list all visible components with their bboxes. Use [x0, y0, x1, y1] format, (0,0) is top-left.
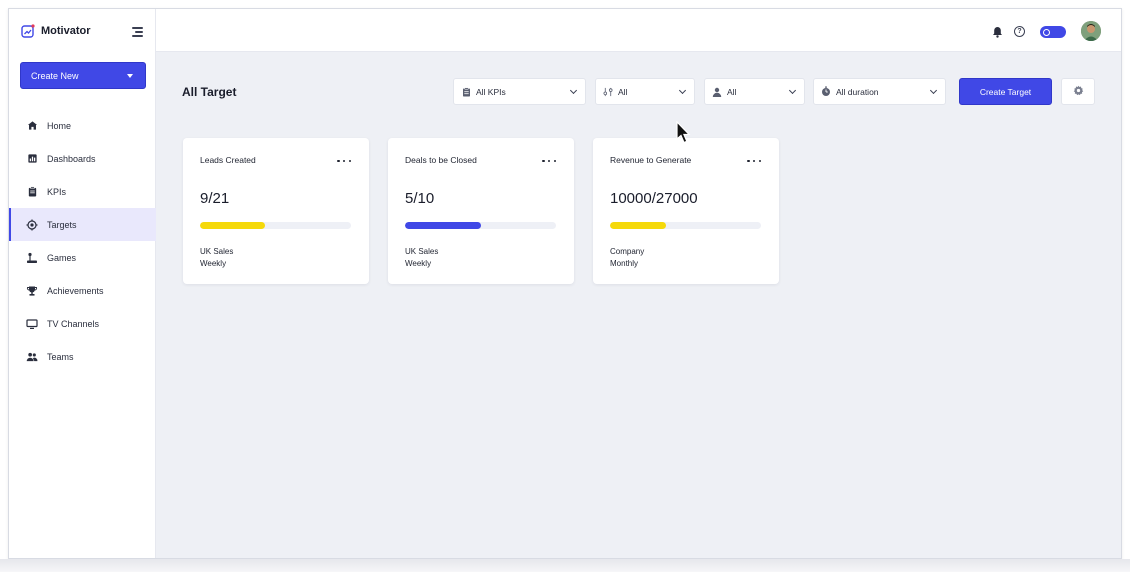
card-title: Leads Created	[200, 155, 256, 165]
sidebar-item-teams[interactable]: Teams	[9, 340, 156, 373]
sidebar-item-home[interactable]: Home	[9, 109, 156, 142]
metric-filter-dropdown[interactable]: All	[595, 78, 695, 105]
sidebar: Motivator Create New Home Dashboards KPI…	[9, 9, 156, 558]
clipboard-icon	[461, 87, 471, 97]
progress-fill	[200, 222, 265, 229]
card-value: 9/21	[200, 190, 230, 207]
progress-fill	[405, 222, 481, 229]
sidebar-item-label: Targets	[47, 219, 77, 230]
gear-icon	[1073, 83, 1084, 101]
chevron-down-icon	[678, 86, 687, 95]
kpi-filter-dropdown[interactable]: All KPIs	[453, 78, 586, 105]
card-value: 10000/27000	[610, 190, 698, 207]
chevron-down-icon	[569, 86, 578, 95]
card-period: Weekly	[405, 259, 432, 268]
card-period: Monthly	[610, 259, 639, 268]
team-icon	[26, 351, 38, 363]
progress-bar	[200, 222, 351, 229]
create-new-button[interactable]: Create New	[20, 62, 146, 89]
sidebar-item-kpis[interactable]: KPIs	[9, 175, 156, 208]
filter-label: All	[727, 86, 737, 97]
theme-toggle[interactable]	[1040, 26, 1066, 38]
card-team: Company	[610, 247, 645, 256]
progress-bar	[610, 222, 761, 229]
sidebar-item-label: Achievements	[47, 285, 104, 296]
target-card[interactable]: Deals to be Closed 5/10 UK Sales Weekly	[388, 138, 574, 284]
sidebar-item-label: TV Channels	[47, 318, 100, 329]
filter-label: All	[618, 86, 628, 97]
filter-label: All KPIs	[476, 86, 506, 97]
app-window: Motivator Create New Home Dashboards KPI…	[8, 8, 1122, 559]
sliders-icon	[603, 87, 613, 97]
avatar[interactable]	[1081, 21, 1101, 41]
window-bottom-edge	[0, 559, 1130, 572]
sidebar-item-label: Games	[47, 252, 77, 263]
target-icon	[26, 219, 38, 231]
motivator-logo-icon	[21, 24, 35, 38]
monitor-icon	[26, 318, 38, 330]
topbar: ?	[156, 9, 1121, 52]
mouse-cursor-icon	[676, 121, 691, 144]
progress-bar	[405, 222, 556, 229]
user-filter-dropdown[interactable]: All	[704, 78, 805, 105]
home-icon	[26, 120, 38, 132]
menu-collapse-icon[interactable]	[132, 27, 143, 37]
duration-filter-dropdown[interactable]: All duration	[813, 78, 946, 105]
clipboard-icon	[26, 186, 38, 198]
create-target-button[interactable]: Create Target	[959, 78, 1052, 105]
more-options-icon[interactable]	[747, 157, 761, 165]
sidebar-item-targets[interactable]: Targets	[9, 208, 156, 241]
stopwatch-icon	[821, 86, 831, 97]
sidebar-item-label: Teams	[47, 351, 74, 362]
chevron-down-icon	[788, 86, 797, 95]
progress-fill	[610, 222, 666, 229]
app-name: Motivator	[41, 25, 91, 37]
card-title: Revenue to Generate	[610, 155, 692, 165]
more-options-icon[interactable]	[542, 157, 556, 165]
card-team: UK Sales	[200, 247, 234, 256]
sidebar-item-achievements[interactable]: Achievements	[9, 274, 156, 307]
sidebar-item-games[interactable]: Games	[9, 241, 156, 274]
card-team: UK Sales	[405, 247, 439, 256]
help-icon[interactable]: ?	[1014, 26, 1025, 37]
chevron-down-icon	[929, 86, 938, 95]
sidebar-item-label: Dashboards	[47, 153, 96, 164]
sidebar-item-dashboards[interactable]: Dashboards	[9, 142, 156, 175]
caret-down-icon	[127, 74, 133, 78]
page-title: All Target	[182, 85, 237, 99]
sidebar-item-label: Home	[47, 120, 72, 131]
sidebar-nav: Home Dashboards KPIs Targets Games Achie…	[9, 109, 156, 373]
dashboard-icon	[26, 153, 38, 165]
brand[interactable]: Motivator	[21, 24, 91, 38]
card-value: 5/10	[405, 190, 435, 207]
target-card[interactable]: Revenue to Generate 10000/27000 Company …	[593, 138, 779, 284]
more-options-icon[interactable]	[337, 157, 351, 165]
sidebar-item-tv-channels[interactable]: TV Channels	[9, 307, 156, 340]
card-title: Deals to be Closed	[405, 155, 477, 165]
filter-label: All duration	[836, 86, 879, 97]
bell-icon[interactable]	[992, 25, 1003, 43]
joystick-icon	[26, 252, 38, 264]
user-icon	[712, 87, 722, 97]
settings-button[interactable]	[1061, 78, 1095, 105]
target-card[interactable]: Leads Created 9/21 UK Sales Weekly	[183, 138, 369, 284]
card-period: Weekly	[200, 259, 227, 268]
trophy-icon	[26, 285, 38, 297]
create-new-label: Create New	[31, 70, 79, 81]
sidebar-item-label: KPIs	[47, 186, 67, 197]
